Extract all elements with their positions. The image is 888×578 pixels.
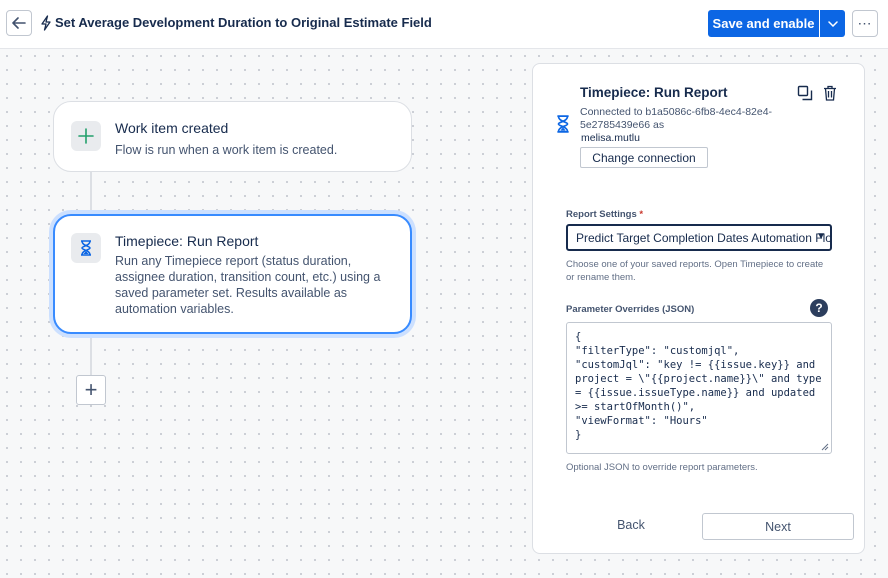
action-config-panel: Timepiece: Run Report Connected to b1a50… (532, 63, 865, 554)
connection-info: Connected to b1a5086c-6fb8-4ec4-82e4-5e2… (580, 106, 800, 145)
save-and-enable-button[interactable]: Save and enable (708, 10, 819, 37)
trigger-card[interactable]: Work item created Flow is run when a wor… (53, 101, 412, 172)
report-settings-select[interactable]: Predict Target Completion Dates Automati… (566, 224, 832, 251)
connection-text: Connected to b1a5086c-6fb8-4ec4-82e4-5e2… (580, 106, 773, 131)
hourglass-icon (71, 233, 101, 263)
flow-connector (90, 172, 92, 214)
arrow-left-icon (12, 17, 26, 29)
json-content: { "filterType": "customjql", "customJql"… (575, 331, 822, 441)
action-card[interactable]: Timepiece: Run Report Run any Timepiece … (53, 214, 412, 334)
change-connection-button[interactable]: Change connection (580, 147, 708, 168)
trash-icon[interactable] (823, 85, 837, 101)
chevron-down-icon (827, 20, 838, 27)
save-options-dropdown[interactable] (820, 10, 845, 37)
lightning-bolt-icon (41, 15, 51, 31)
add-step-button[interactable]: + (76, 375, 106, 405)
connection-user: melisa.mutlu (581, 132, 640, 144)
panel-title: Timepiece: Run Report (580, 85, 728, 100)
plus-icon (71, 121, 101, 151)
top-bar: Set Average Development Duration to Orig… (0, 0, 888, 49)
report-settings-help: Choose one of your saved reports. Open T… (566, 259, 824, 283)
trigger-description: Flow is run when a work item is created. (115, 143, 338, 157)
hourglass-icon (557, 115, 569, 133)
flow-connector (90, 334, 92, 376)
report-settings-label: Report Settings * (566, 209, 644, 220)
help-icon[interactable]: ? (810, 299, 828, 317)
resize-handle-icon[interactable] (821, 443, 829, 451)
more-actions-button[interactable]: ⋯ (852, 10, 878, 37)
action-description: Run any Timepiece report (status duratio… (115, 254, 381, 316)
trigger-title: Work item created (115, 120, 229, 136)
json-help: Optional JSON to override report paramet… (566, 462, 758, 473)
duplicate-icon[interactable] (797, 85, 813, 101)
back-button[interactable]: Back (591, 518, 671, 532)
report-settings-value: Predict Target Completion Dates Automati… (576, 231, 832, 245)
action-title: Timepiece: Run Report (115, 233, 259, 249)
required-mark: * (639, 209, 644, 220)
next-button[interactable]: Next (702, 513, 854, 540)
chevron-down-icon: ▼ (816, 231, 826, 242)
back-button[interactable] (6, 10, 32, 36)
parameter-overrides-label: Parameter Overrides (JSON) (566, 304, 695, 315)
parameter-overrides-textarea[interactable]: { "filterType": "customjql", "customJql"… (566, 322, 832, 454)
page-title: Set Average Development Duration to Orig… (55, 15, 432, 30)
